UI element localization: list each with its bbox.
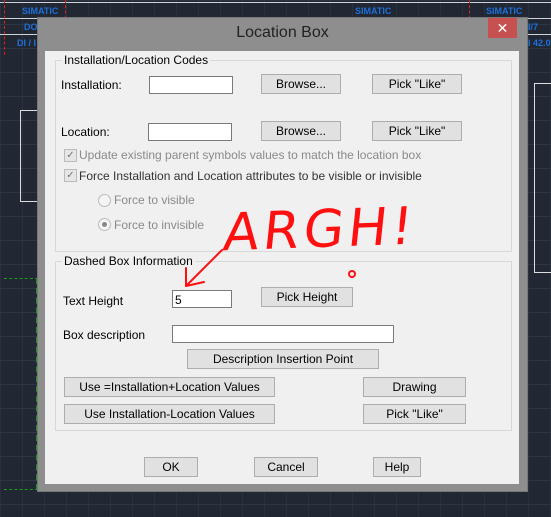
handwritten-annotation-arrow: [185, 249, 356, 287]
